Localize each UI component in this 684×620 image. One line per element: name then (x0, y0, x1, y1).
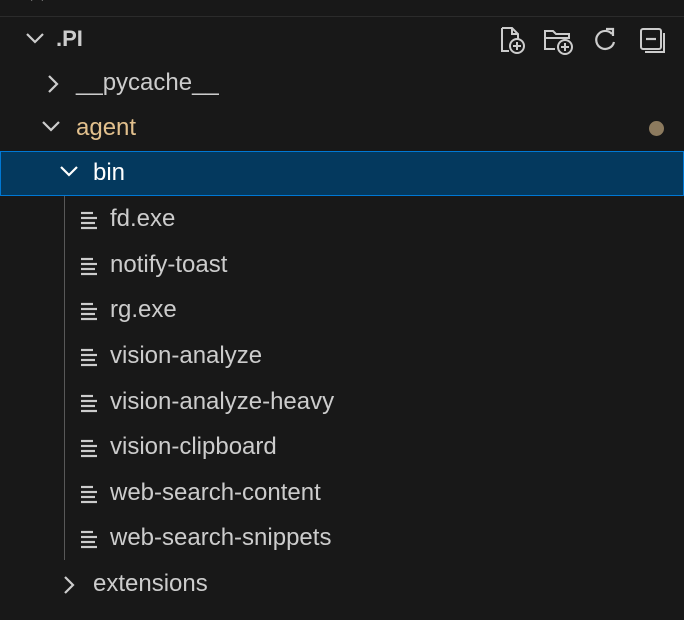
chevron-down-icon (58, 163, 80, 181)
modified-indicator (649, 121, 664, 136)
new-file-button[interactable] (493, 23, 529, 57)
chevron-down-icon (24, 30, 46, 48)
tree-item-label: vision-clipboard (110, 433, 277, 460)
tree-item-file[interactable]: web-search-content (0, 471, 684, 516)
file-lines-icon (79, 256, 99, 276)
refresh-icon (591, 26, 619, 54)
tree-item-label: notify-toast (110, 251, 228, 278)
chevron-right-icon (60, 574, 78, 596)
chevron-up-icon (28, 0, 46, 6)
tree-item-label: __pycache__ (76, 69, 219, 96)
tree-item-label: vision-analyze-heavy (110, 388, 335, 415)
tree-item-agent[interactable]: agent (0, 106, 684, 151)
tree-item-label: fd.exe (110, 205, 176, 232)
collapse-all-icon (637, 25, 667, 55)
tree-item-label: web-search-snippets (110, 524, 332, 551)
new-folder-button[interactable] (540, 23, 576, 57)
tree-item-file[interactable]: notify-toast (0, 243, 684, 288)
tree-item-label: bin (93, 159, 126, 186)
tree-item-file[interactable]: rg.exe (0, 288, 684, 333)
chevron-right-icon (44, 73, 62, 95)
tree-item-label: extensions (93, 570, 208, 597)
tree-item-pycache[interactable]: __pycache__ (0, 61, 684, 106)
tree-item-file[interactable]: vision-analyze (0, 334, 684, 379)
file-lines-icon (79, 529, 99, 549)
refresh-button[interactable] (587, 23, 623, 57)
file-lines-icon (79, 484, 99, 504)
tree-item-label: vision-analyze (110, 342, 263, 369)
file-lines-icon (79, 210, 99, 230)
explorer-panel: .PI __pycache__ agent bin fd.exe notify-… (0, 0, 684, 620)
top-edge-divider (0, 0, 684, 17)
tree-item-file[interactable]: web-search-snippets (0, 516, 684, 561)
tree-item-file[interactable]: fd.exe (0, 197, 684, 242)
tree-item-label: agent (76, 114, 137, 141)
chevron-down-icon (40, 118, 62, 136)
tree-item-label: web-search-content (110, 479, 321, 506)
explorer-section-header[interactable]: .PI (0, 17, 684, 61)
new-folder-icon (542, 25, 574, 55)
file-lines-icon (79, 347, 99, 367)
tree-item-file[interactable]: vision-clipboard (0, 425, 684, 470)
explorer-actions (493, 23, 670, 57)
section-title: .PI (56, 26, 83, 51)
file-lines-icon (79, 393, 99, 413)
file-lines-icon (79, 438, 99, 458)
tree-item-bin[interactable]: bin (0, 151, 684, 196)
tree-item-file[interactable]: vision-analyze-heavy (0, 380, 684, 425)
tree-item-extensions[interactable]: extensions (0, 562, 684, 607)
collapse-all-button[interactable] (634, 23, 670, 57)
file-lines-icon (79, 301, 99, 321)
new-file-icon (496, 25, 526, 55)
tree-item-label: rg.exe (110, 296, 177, 323)
